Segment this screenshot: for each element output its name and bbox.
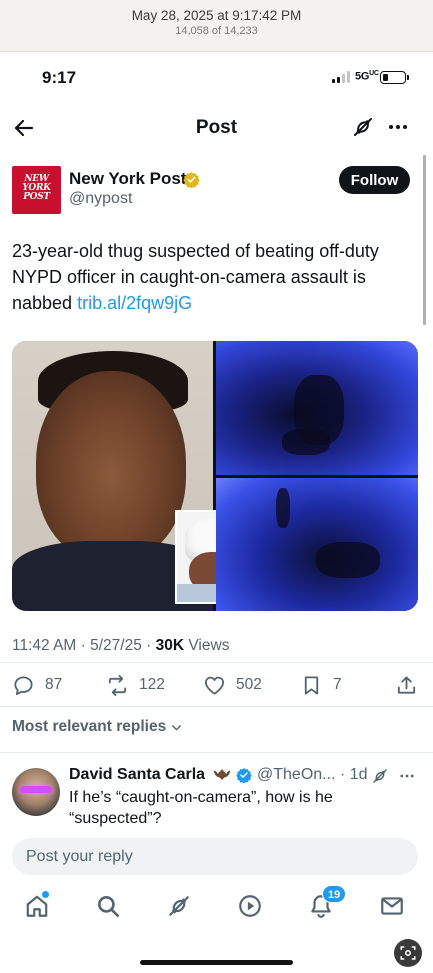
divider	[0, 752, 433, 753]
tweet-body: 23-year-old thug suspected of beating of…	[12, 241, 379, 313]
home-new-indicator	[42, 891, 49, 898]
home-indicator[interactable]	[140, 960, 293, 965]
reply-text: If he’s “caught-on-camera”, how is he “s…	[69, 789, 333, 827]
share-icon	[397, 675, 416, 694]
surveillance-photo-top[interactable]	[216, 341, 418, 475]
bottom-tab-bar: 19	[0, 885, 433, 927]
like-button[interactable]: 502	[203, 672, 262, 698]
tweet-link[interactable]: trib.al/2fqw9jG	[77, 293, 192, 313]
repost-button[interactable]: 122	[106, 672, 165, 698]
views-label: Views	[188, 637, 230, 654]
reply-age: 1d	[349, 766, 368, 783]
visual-lookup-button[interactable]	[394, 939, 422, 967]
divider	[0, 706, 433, 707]
nypost-logo[interactable]: NEW YORK POST	[12, 166, 61, 214]
tweet-date: 5/27/25	[90, 637, 142, 654]
surveillance-photo-bottom[interactable]	[216, 478, 418, 611]
photo-viewer-header: May 28, 2025 at 9:17:42 PM 14,058 of 14,…	[0, 0, 433, 52]
network-label: 5GUC	[355, 70, 379, 83]
tweet-meta: 11:42 AM · 5/27/25 · 30K Views	[12, 637, 230, 654]
battery-icon	[380, 71, 409, 84]
tab-messages[interactable]	[379, 893, 407, 921]
mail-icon	[381, 897, 403, 915]
repost-count: 122	[139, 676, 165, 693]
like-count: 502	[236, 676, 262, 693]
nav-bar: Post	[0, 106, 433, 150]
heart-icon	[204, 676, 225, 695]
tab-video[interactable]	[237, 893, 265, 921]
status-bar: 9:17 5GUC	[0, 62, 433, 96]
author-row: NEW YORK POST New York Post @nypost Follow	[12, 166, 422, 216]
screenshot-date: May 28, 2025 at 9:17:42 PM	[131, 8, 302, 23]
chevron-down-icon	[172, 724, 182, 730]
notifications-badge: 19	[322, 885, 347, 903]
reply-author-handle[interactable]: @TheOn... · 1d	[257, 766, 368, 784]
verified-badge-icon[interactable]	[183, 171, 200, 188]
more-icon	[389, 125, 407, 129]
reply-button[interactable]: 87	[12, 672, 62, 698]
grok-icon	[354, 118, 372, 136]
follow-button[interactable]: Follow	[339, 166, 410, 194]
reply-input[interactable]	[12, 838, 418, 875]
scan-icon	[400, 946, 416, 960]
verified-badge-icon	[236, 768, 252, 783]
tab-home[interactable]	[24, 891, 52, 921]
play-icon	[239, 895, 261, 917]
more-icon[interactable]	[398, 767, 416, 785]
views-count[interactable]: 30K	[156, 637, 184, 654]
reply-icon	[14, 675, 33, 695]
avatar[interactable]	[12, 768, 60, 816]
replies-sort-label: Most relevant replies	[12, 718, 167, 735]
scroll-indicator[interactable]	[423, 155, 426, 325]
bat-emoji-icon	[213, 769, 231, 780]
reply-count: 87	[45, 676, 63, 693]
tweet-text: 23-year-old thug suspected of beating of…	[12, 238, 412, 316]
bookmark-button[interactable]: 7	[300, 672, 342, 698]
search-icon	[98, 896, 120, 918]
reply-author-name[interactable]: David Santa Carla	[69, 766, 205, 784]
more-options-button[interactable]	[386, 115, 410, 139]
photo-count: 14,058 of 14,233	[175, 25, 258, 37]
tab-grok[interactable]	[166, 893, 194, 921]
back-button[interactable]	[12, 116, 36, 140]
bookmark-count: 7	[333, 676, 342, 693]
media-grid	[12, 341, 418, 611]
signal-icon	[332, 71, 352, 83]
divider	[0, 662, 433, 663]
repost-icon	[108, 674, 127, 696]
share-button[interactable]	[395, 672, 418, 698]
tab-notifications[interactable]: 19	[308, 885, 347, 921]
grok-icon[interactable]	[371, 767, 389, 785]
tweet-time: 11:42 AM	[12, 637, 77, 654]
arrow-left-icon	[14, 119, 34, 137]
grok-icon	[169, 896, 189, 916]
grok-button[interactable]	[351, 115, 375, 139]
author-handle[interactable]: @nypost	[69, 190, 132, 208]
replies-sort-dropdown[interactable]: Most relevant replies	[12, 718, 183, 736]
tab-search[interactable]	[95, 893, 123, 921]
bookmark-icon	[304, 675, 319, 695]
tweet-actions: 87 122 502 7	[0, 672, 433, 698]
author-name[interactable]: New York Post	[69, 169, 186, 189]
status-time: 9:17	[42, 68, 77, 87]
reply-item[interactable]: David Santa Carla @TheOn... · 1d If he’s…	[0, 760, 433, 830]
